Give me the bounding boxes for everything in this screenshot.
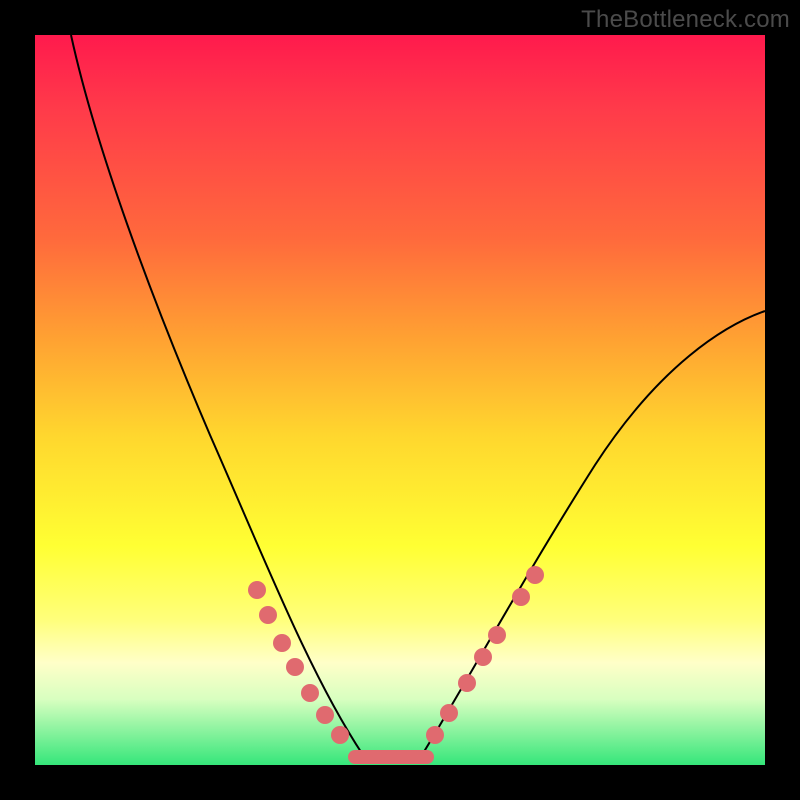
marker-dot bbox=[286, 658, 304, 676]
marker-dot bbox=[474, 648, 492, 666]
plot-area bbox=[35, 35, 765, 765]
left-markers bbox=[248, 581, 349, 744]
marker-dot bbox=[440, 704, 458, 722]
marker-dot bbox=[458, 674, 476, 692]
marker-dot bbox=[526, 566, 544, 584]
marker-dot bbox=[259, 606, 277, 624]
right-markers bbox=[426, 566, 544, 744]
marker-dot bbox=[273, 634, 291, 652]
chart-frame: TheBottleneck.com bbox=[0, 0, 800, 800]
marker-dot bbox=[316, 706, 334, 724]
marker-dot bbox=[512, 588, 530, 606]
marker-dot bbox=[426, 726, 444, 744]
chart-svg bbox=[35, 35, 765, 765]
marker-dot bbox=[488, 626, 506, 644]
left-curve bbox=[71, 35, 363, 755]
marker-dot bbox=[331, 726, 349, 744]
marker-dot bbox=[301, 684, 319, 702]
marker-dot bbox=[248, 581, 266, 599]
watermark-text: TheBottleneck.com bbox=[581, 6, 790, 34]
